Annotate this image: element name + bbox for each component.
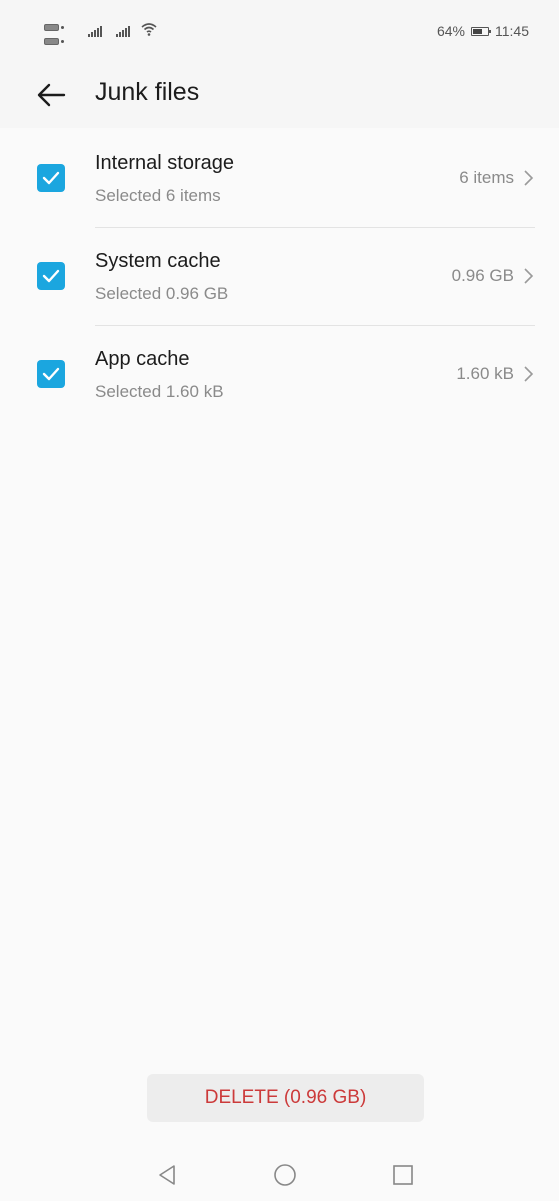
item-subtitle: Selected 0.96 GB bbox=[95, 284, 229, 303]
app-header: Junk files bbox=[0, 64, 559, 128]
junk-file-list: Internal storage Selected 6 items 6 item… bbox=[0, 130, 559, 424]
item-subtitle: Selected 1.60 kB bbox=[95, 382, 224, 401]
list-item-app-cache[interactable]: App cache Selected 1.60 kB 1.60 kB bbox=[0, 326, 559, 424]
item-value: 6 items bbox=[459, 168, 514, 187]
item-value: 0.96 GB bbox=[451, 266, 514, 285]
battery-icon bbox=[471, 26, 491, 36]
chevron-right-icon bbox=[524, 170, 534, 186]
item-title: Internal storage bbox=[95, 152, 234, 174]
nav-back-icon[interactable] bbox=[155, 1163, 179, 1187]
status-bar: 64% 11:45 bbox=[0, 0, 559, 64]
wifi-icon bbox=[141, 23, 157, 36]
list-item-system-cache[interactable]: System cache Selected 0.96 GB 0.96 GB bbox=[0, 228, 559, 326]
clock: 11:45 bbox=[495, 23, 529, 39]
battery-percent: 64% bbox=[436, 23, 465, 39]
checkbox-system-cache[interactable] bbox=[37, 262, 65, 290]
status-right: 64% 11:45 bbox=[437, 23, 529, 39]
list-item-internal-storage[interactable]: Internal storage Selected 6 items 6 item… bbox=[0, 130, 559, 228]
navigation-bar bbox=[0, 1146, 559, 1201]
signal-icon bbox=[116, 26, 130, 37]
signal-icon bbox=[88, 26, 102, 37]
nav-recents-icon[interactable] bbox=[391, 1163, 415, 1187]
nav-home-icon[interactable] bbox=[273, 1163, 297, 1187]
checkbox-internal-storage[interactable] bbox=[37, 164, 65, 192]
delete-button[interactable]: DELETE (0.96 GB) bbox=[147, 1074, 424, 1122]
checkmark-icon bbox=[42, 269, 60, 283]
page-title: Junk files bbox=[95, 78, 200, 106]
chevron-right-icon bbox=[524, 268, 534, 284]
sim-card-icon bbox=[44, 33, 66, 51]
item-title: App cache bbox=[95, 348, 190, 370]
checkbox-app-cache[interactable] bbox=[37, 360, 65, 388]
item-subtitle: Selected 6 items bbox=[95, 186, 221, 205]
chevron-right-icon bbox=[524, 366, 534, 382]
back-arrow-icon[interactable] bbox=[34, 80, 68, 110]
item-title: System cache bbox=[95, 250, 221, 272]
item-value: 1.60 kB bbox=[456, 364, 514, 383]
checkmark-icon bbox=[42, 171, 60, 185]
checkmark-icon bbox=[42, 367, 60, 381]
